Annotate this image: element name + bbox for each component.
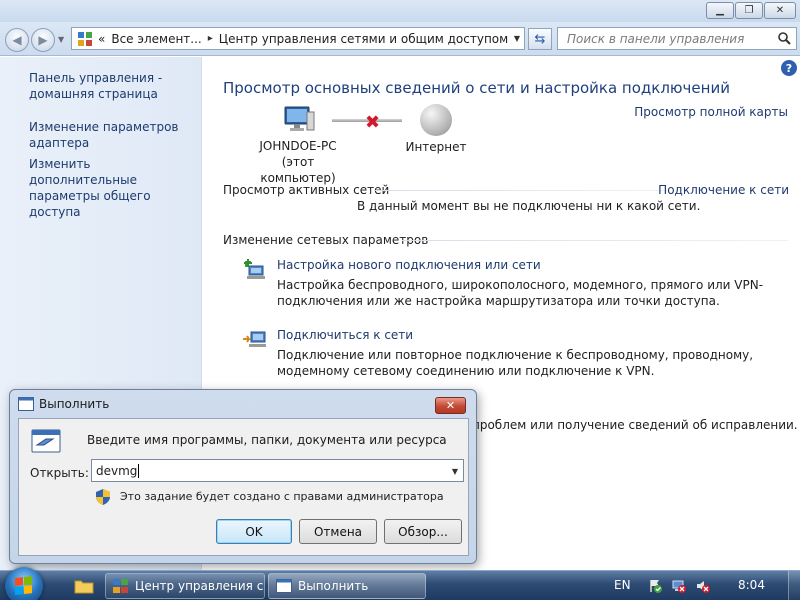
sidebar-item-sharing-settings[interactable]: Изменить дополнительные параметры общего… <box>29 156 199 220</box>
address-bar[interactable]: « Все элемент... ▸ Центр управления сетя… <box>71 27 525 50</box>
connect-network-description: Подключение или повторное подключение к … <box>277 348 754 378</box>
network-disconnected-icon[interactable] <box>672 579 686 593</box>
change-settings-heading: Изменение сетевых параметров <box>223 233 429 247</box>
run-dialog-title: Выполнить <box>39 397 110 411</box>
computer-caption: (этот компьютер) <box>260 155 336 185</box>
recent-pages-dropdown-icon[interactable]: ▼ <box>58 35 64 44</box>
back-button[interactable]: ◀ <box>5 28 29 52</box>
open-combobox[interactable]: devmg ▼ <box>91 459 464 482</box>
text-caret <box>138 463 140 478</box>
run-dialog-body: Введите имя программы, папки, документа … <box>18 418 469 556</box>
breadcrumb-separator-icon[interactable]: ▸ <box>208 33 213 44</box>
show-desktop-button[interactable] <box>788 571 800 600</box>
open-dropdown-icon[interactable]: ▼ <box>452 467 458 476</box>
taskbar-button-label: Выполнить <box>298 579 369 593</box>
connect-to-network-link[interactable]: Подключение к сети <box>658 183 789 197</box>
control-panel-icon <box>78 31 92 46</box>
search-icon[interactable] <box>777 31 791 45</box>
ok-button[interactable]: OK <box>216 519 292 544</box>
active-networks-heading: Просмотр активных сетей <box>223 183 390 197</box>
network-status-text: В данный момент вы не подключены ни к ка… <box>357 199 701 213</box>
sidebar-item-adapter-settings[interactable]: Изменение параметров адаптера <box>29 119 199 151</box>
breadcrumb-item-network-center[interactable]: Центр управления сетями и общим доступом <box>219 32 508 46</box>
cancel-button[interactable]: Отмена <box>299 519 377 544</box>
taskbar-network-center-button[interactable]: Центр управления с... <box>105 573 265 599</box>
run-dialog: Выполнить ✕ Введите имя программы, папки… <box>9 389 477 564</box>
new-connection-description: Настройка беспроводного, широкополосного… <box>277 278 764 308</box>
section-divider <box>374 190 670 191</box>
minimize-button[interactable]: ▁ <box>706 2 734 19</box>
refresh-icon: ⇆ <box>534 31 546 47</box>
help-icon[interactable]: ? <box>781 60 797 76</box>
disconnected-x-icon[interactable]: ✖ <box>365 112 380 133</box>
computer-name: JOHNDOE-PC <box>259 139 337 153</box>
folder-icon <box>74 580 94 594</box>
section-divider <box>402 240 788 241</box>
internet-label: Интернет <box>405 140 467 154</box>
troubleshoot-description: проблем или получение сведений об исправ… <box>472 418 798 432</box>
breadcrumb-overflow[interactable]: « <box>98 32 105 46</box>
breadcrumb: « Все элемент... ▸ Центр управления сетя… <box>98 32 508 46</box>
new-connection-link[interactable]: Настройка нового подключения или сети <box>277 258 541 272</box>
navigation-bar: ◀ ▶ ▼ « Все элемент... ▸ Центр управлени… <box>0 22 800 56</box>
volume-muted-icon[interactable] <box>696 579 710 593</box>
run-icon <box>18 397 34 411</box>
refresh-button[interactable]: ⇆ <box>528 28 552 50</box>
close-button[interactable]: ✕ <box>764 2 796 19</box>
address-dropdown-icon[interactable]: ▼ <box>514 34 520 43</box>
admin-rights-note: Это задание будет создано с правами адми… <box>120 490 444 503</box>
search-placeholder: Поиск в панели управления <box>567 31 745 46</box>
breadcrumb-item-all-items[interactable]: Все элемент... <box>111 32 201 46</box>
taskbar-run-button[interactable]: Выполнить <box>268 573 426 599</box>
uac-shield-icon <box>96 489 110 505</box>
control-panel-icon <box>113 579 129 593</box>
taskbar: Центр управления с... Выполнить EN 8:04 <box>0 567 800 600</box>
full-map-link[interactable]: Просмотр полной карты <box>634 105 788 119</box>
start-button[interactable] <box>5 567 43 600</box>
windows-logo-icon <box>15 576 33 596</box>
new-connection-icon <box>244 259 265 279</box>
taskbar-explorer-button[interactable] <box>66 573 102 599</box>
run-program-icon <box>31 429 61 453</box>
window-titlebar: ▁ ❐ ✕ <box>0 0 800 22</box>
search-input[interactable]: Поиск в панели управления <box>557 27 797 50</box>
window-controls: ▁ ❐ ✕ <box>706 2 796 19</box>
run-dialog-titlebar[interactable]: Выполнить <box>10 390 476 418</box>
sidebar-item-home[interactable]: Панель управления - домашняя страница <box>29 70 199 102</box>
connect-network-link[interactable]: Подключиться к сети <box>277 328 413 342</box>
computer-icon <box>284 106 315 131</box>
forward-button[interactable]: ▶ <box>31 28 55 52</box>
open-input-value[interactable]: devmg <box>96 464 137 478</box>
taskbar-button-label: Центр управления с... <box>135 579 265 593</box>
run-dialog-close-button[interactable]: ✕ <box>435 397 466 414</box>
clock[interactable]: 8:04 <box>738 578 765 592</box>
internet-node: Интернет <box>400 104 472 154</box>
open-label: Открыть: <box>30 466 89 480</box>
this-computer-node: JOHNDOE-PC (этот компьютер) <box>248 104 348 186</box>
page-title: Просмотр основных сведений о сети и наст… <box>223 79 730 97</box>
globe-icon <box>420 104 452 136</box>
connect-network-icon <box>243 331 266 347</box>
language-indicator[interactable]: EN <box>614 578 631 592</box>
run-icon <box>276 579 292 593</box>
maximize-button[interactable]: ❐ <box>735 2 763 19</box>
browse-button[interactable]: Обзор... <box>384 519 462 544</box>
action-center-icon[interactable] <box>648 579 662 593</box>
run-dialog-description: Введите имя программы, папки, документа … <box>87 433 447 447</box>
